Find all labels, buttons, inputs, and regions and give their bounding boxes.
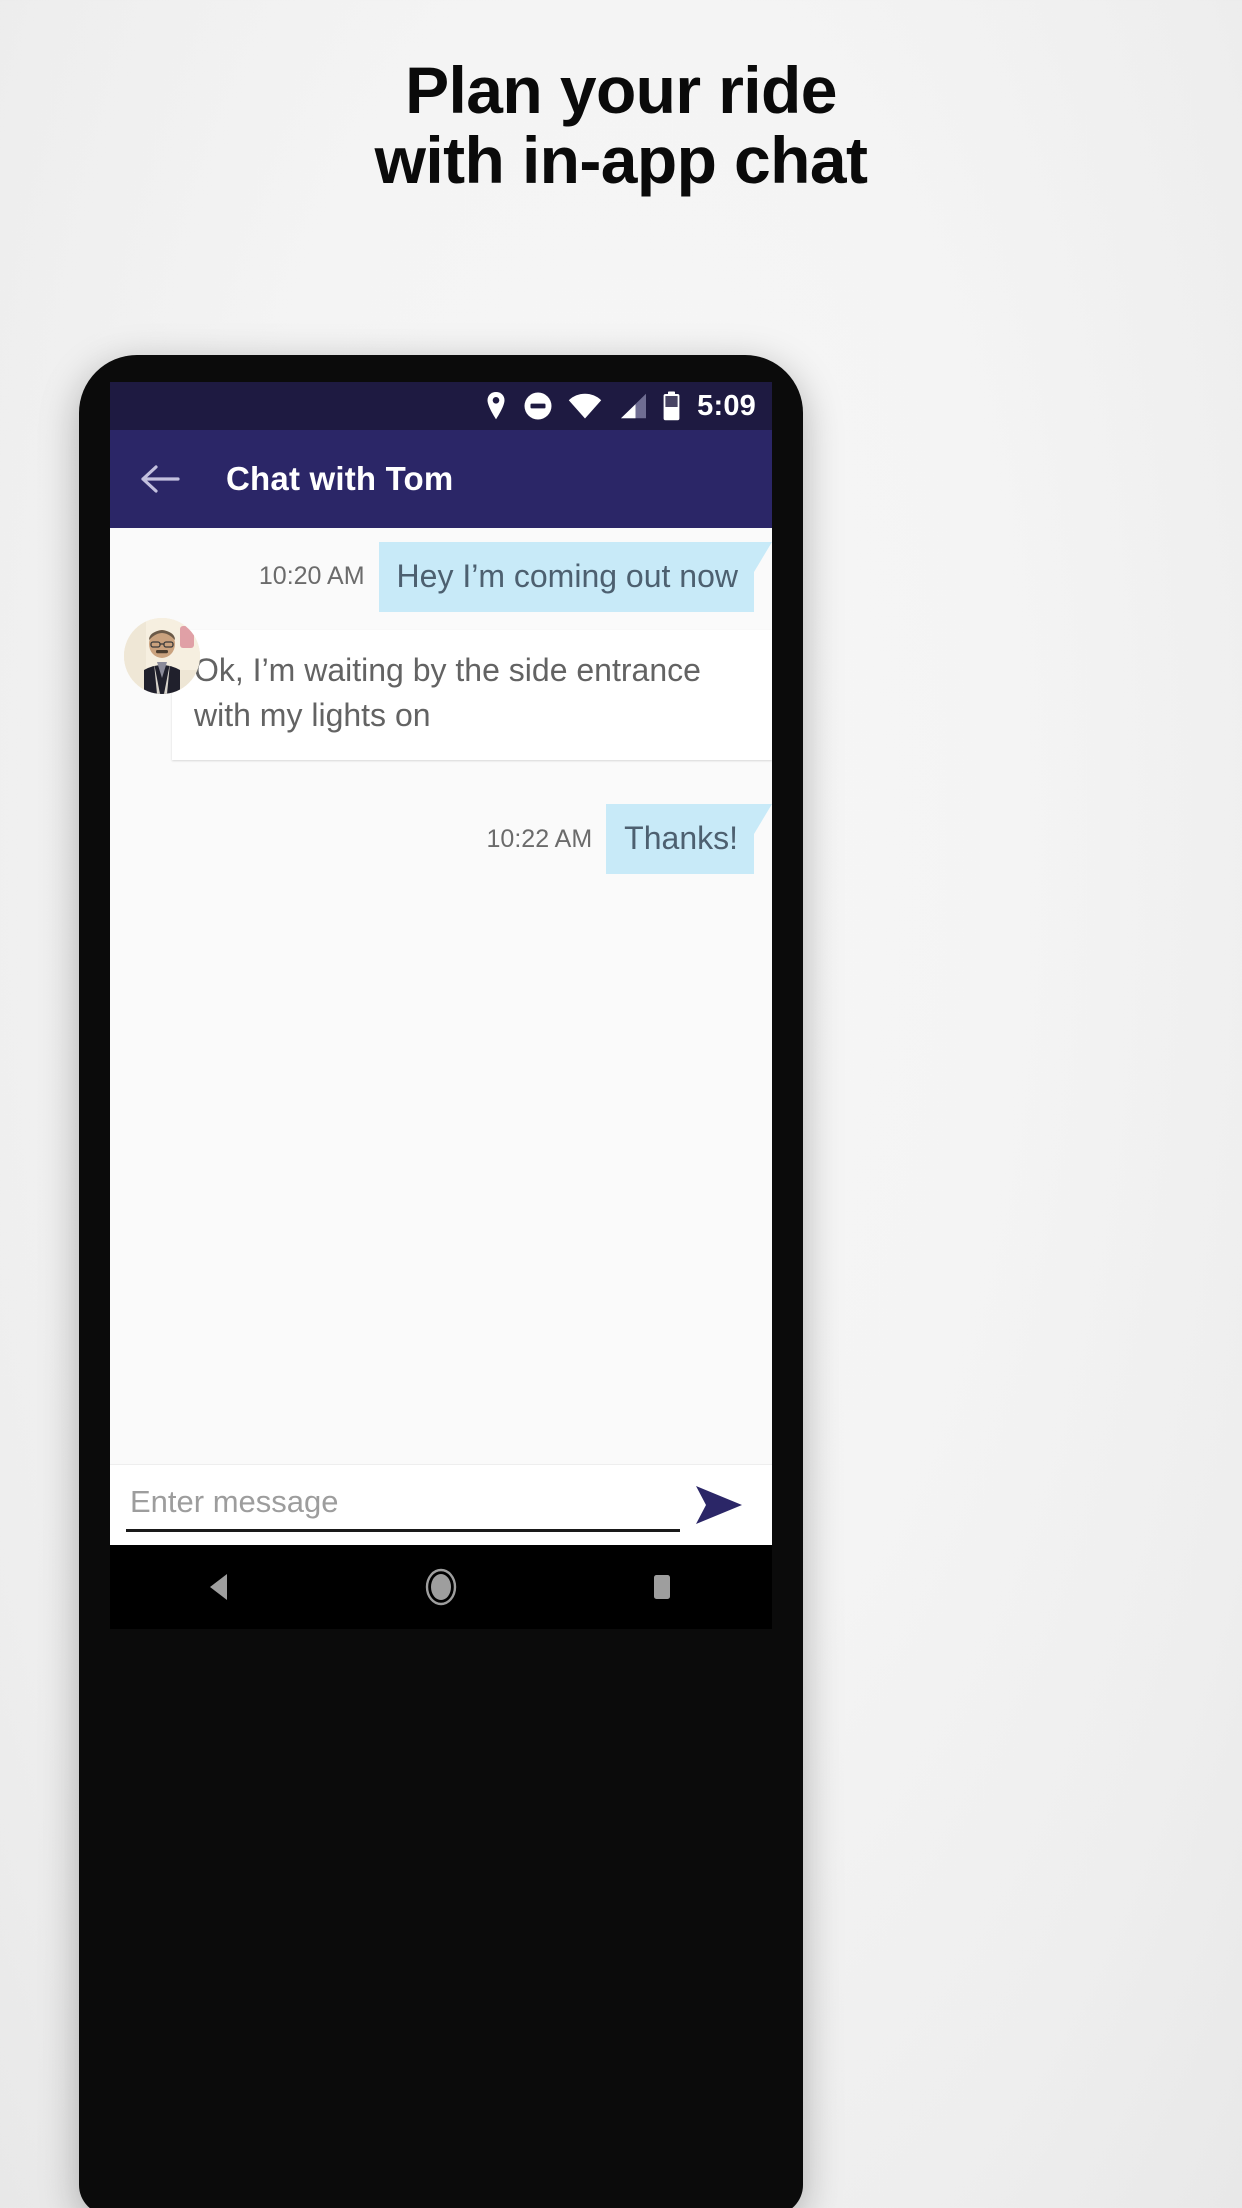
back-nav-icon[interactable] bbox=[175, 1552, 265, 1622]
send-icon[interactable] bbox=[688, 1474, 750, 1536]
app-bar: Chat with Tom bbox=[110, 430, 772, 528]
message-list[interactable]: 10:20 AM Hey I’m coming out now Ok, I’m … bbox=[110, 528, 772, 1464]
android-status-bar: 5:09 bbox=[110, 382, 772, 430]
message-input-wrapper bbox=[126, 1478, 680, 1532]
message-row-outgoing: 10:20 AM Hey I’m coming out now bbox=[110, 542, 772, 612]
message-row-incoming: Ok, I’m waiting by the side entrance wit… bbox=[110, 629, 772, 761]
message-timestamp: 10:22 AM bbox=[486, 824, 593, 853]
page-title: Chat with Tom bbox=[226, 460, 454, 497]
message-timestamp: 10:20 AM bbox=[258, 562, 365, 591]
avatar bbox=[124, 618, 200, 694]
recents-nav-icon[interactable] bbox=[617, 1552, 707, 1622]
wifi-icon bbox=[568, 393, 602, 419]
status-bar-clock: 5:09 bbox=[697, 389, 756, 422]
phone-screen: 5:09 Chat with Tom 10:20 AM Hey I’m comi… bbox=[110, 382, 772, 1545]
cell-signal-icon bbox=[617, 393, 647, 419]
input-underline bbox=[126, 1529, 680, 1532]
message-composer bbox=[110, 1464, 772, 1545]
promo-headline-line-1: Plan your ride bbox=[405, 53, 837, 127]
promo-headline-line-2: with in-app chat bbox=[374, 122, 868, 197]
status-bar-icons bbox=[484, 391, 681, 421]
battery-icon bbox=[662, 391, 681, 421]
message-row-outgoing: 10:22 AM Thanks! bbox=[110, 804, 772, 875]
android-navigation-bar bbox=[110, 1545, 772, 1629]
location-pin-icon bbox=[484, 391, 508, 421]
message-input[interactable] bbox=[126, 1484, 680, 1526]
home-nav-icon[interactable] bbox=[396, 1552, 486, 1622]
phone-mockup: 5:09 Chat with Tom 10:20 AM Hey I’m comi… bbox=[79, 355, 803, 2208]
message-bubble-outgoing: Thanks! bbox=[606, 804, 772, 875]
message-bubble-outgoing: Hey I’m coming out now bbox=[378, 542, 772, 612]
message-bubble-incoming: Ok, I’m waiting by the side entrance wit… bbox=[156, 629, 772, 761]
do-not-disturb-icon bbox=[523, 391, 553, 421]
back-arrow-icon[interactable] bbox=[136, 455, 184, 503]
promo-headline: Plan your ride with in-app chat bbox=[0, 53, 1242, 197]
